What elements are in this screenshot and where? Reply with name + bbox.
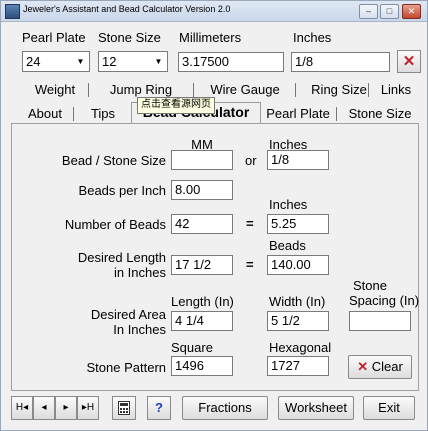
stone-spacing-field[interactable] xyxy=(349,311,411,331)
pearl-plate-value: 24 xyxy=(26,54,41,69)
tooltip: 点击查看源网页 xyxy=(137,97,215,114)
stone-spacing-header: Stone xyxy=(353,278,387,293)
clear-top-button[interactable]: ✕ xyxy=(397,50,421,73)
beads-per-inch-label: Beads per Inch xyxy=(78,183,166,198)
tab-divider xyxy=(88,83,89,97)
length-header: Length (In) xyxy=(171,294,234,309)
pearl-plate-label: Pearl Plate xyxy=(22,30,86,45)
stone-pattern-label: Stone Pattern xyxy=(86,360,167,375)
tab-divider xyxy=(193,83,194,97)
help-button[interactable]: ? xyxy=(147,396,171,420)
last-record-button[interactable]: ▸H xyxy=(77,396,99,420)
stone-size-value: 12 xyxy=(102,54,117,69)
app-window: Jeweler's Assistant and Bead Calculator … xyxy=(0,0,428,431)
equals-sign: = xyxy=(246,216,254,231)
area-width-field[interactable]: 5 1/2 xyxy=(267,311,329,331)
inches-header-2: Inches xyxy=(269,197,308,212)
desired-length-label-2: in Inches xyxy=(113,265,166,280)
tab-divider xyxy=(295,83,296,97)
tab-divider xyxy=(336,107,337,121)
inches-field[interactable]: 1/8 xyxy=(291,52,390,72)
bead-stone-size-label: Bead / Stone Size xyxy=(61,153,166,168)
or-label: or xyxy=(245,153,257,168)
equals-sign: = xyxy=(246,257,254,272)
tab-stone-size[interactable]: Stone Size xyxy=(341,105,419,123)
tab-divider xyxy=(73,107,74,121)
title-bar: Jeweler's Assistant and Bead Calculator … xyxy=(1,1,427,22)
chevron-down-icon[interactable]: ▼ xyxy=(73,53,88,70)
pearl-plate-select[interactable]: 24 ▼ xyxy=(22,51,90,72)
desired-area-label-2: In Inches xyxy=(113,322,166,337)
clear-button[interactable]: ✕ Clear xyxy=(348,355,412,379)
tab-tips[interactable]: Tips xyxy=(79,105,127,123)
desired-length-field[interactable]: 17 1/2 xyxy=(171,255,233,275)
tab-pearl-plate[interactable]: Pearl Plate xyxy=(263,105,333,123)
area-length-field[interactable]: 4 1/4 xyxy=(171,311,233,331)
desired-area-label: Desired Area xyxy=(90,307,166,322)
chevron-down-icon[interactable]: ▼ xyxy=(151,53,166,70)
tab-weight[interactable]: Weight xyxy=(23,81,87,99)
bead-stone-size-mm-field[interactable] xyxy=(171,150,233,170)
millimeters-field[interactable]: 3.17500 xyxy=(178,52,284,72)
close-icon: ✕ xyxy=(357,359,369,374)
beads-per-inch-field[interactable]: 8.00 xyxy=(171,180,233,200)
calculator-icon xyxy=(118,401,130,415)
inches-label: Inches xyxy=(293,30,332,45)
hexagonal-field[interactable]: 1727 xyxy=(267,356,329,376)
app-icon xyxy=(5,4,20,19)
millimeters-label: Millimeters xyxy=(179,30,242,45)
tab-about[interactable]: About xyxy=(23,105,67,123)
calculator-button[interactable] xyxy=(112,396,136,420)
worksheet-button[interactable]: Worksheet xyxy=(278,396,354,420)
square-header: Square xyxy=(171,340,213,355)
fractions-button[interactable]: Fractions xyxy=(182,396,268,420)
tab-links[interactable]: Links xyxy=(371,81,421,99)
width-header: Width (In) xyxy=(269,294,326,309)
tab-divider xyxy=(368,83,369,97)
stone-size-label: Stone Size xyxy=(98,30,161,45)
square-field[interactable]: 1496 xyxy=(171,356,233,376)
desired-length-label: Desired Length xyxy=(77,250,166,265)
bottom-toolbar: H◂ ◂ ▸ ▸H ? Fractions Worksheet Exit xyxy=(11,396,417,426)
previous-record-button[interactable]: ◂ xyxy=(33,396,55,420)
number-of-beads-label: Number of Beads xyxy=(64,217,166,232)
stone-size-select[interactable]: 12 ▼ xyxy=(98,51,168,72)
close-button[interactable]: ✕ xyxy=(402,4,421,19)
clear-button-label: Clear xyxy=(371,359,403,374)
maximize-button[interactable]: □ xyxy=(380,4,399,19)
minimize-button[interactable]: – xyxy=(359,4,378,19)
bead-stone-size-inches-field[interactable]: 1/8 xyxy=(267,150,329,170)
desired-length-beads-field[interactable]: 140.00 xyxy=(267,255,329,275)
first-record-button[interactable]: H◂ xyxy=(11,396,33,420)
number-of-beads-field[interactable]: 42 xyxy=(171,214,233,234)
stone-spacing-header-2: Spacing (In) xyxy=(349,293,420,308)
exit-button[interactable]: Exit xyxy=(363,396,415,420)
hexagonal-header: Hexagonal xyxy=(269,340,332,355)
beads-header: Beads xyxy=(269,238,306,253)
next-record-button[interactable]: ▸ xyxy=(55,396,77,420)
window-title: Jeweler's Assistant and Bead Calculator … xyxy=(23,4,231,14)
number-of-beads-inches-field[interactable]: 5.25 xyxy=(267,214,329,234)
